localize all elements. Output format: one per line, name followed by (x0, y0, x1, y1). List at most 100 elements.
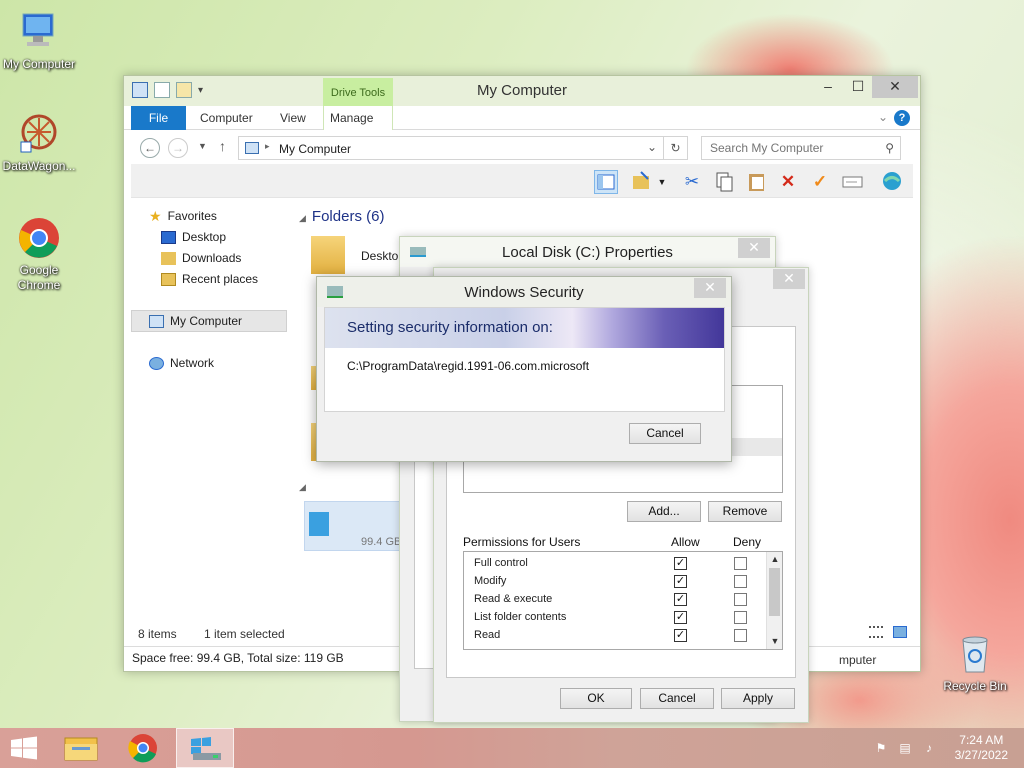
address-bar[interactable]: ▸ My Computer ⌄ (238, 136, 664, 160)
devices-group-header[interactable]: ◢ (299, 482, 306, 493)
nav-favorites[interactable]: ★ Favorites (149, 206, 217, 226)
address-row: ← → ▼ ↑ ▸ My Computer ⌄ ↻ ⚲ (124, 133, 920, 163)
network-icon[interactable]: ▤ (898, 741, 912, 755)
permission-name: Modify (474, 575, 507, 587)
start-button[interactable] (0, 728, 48, 768)
taskbar: ⚑ ▤ ♪ 7:24 AM 3/27/2022 (0, 728, 1024, 768)
cancel-button[interactable]: Cancel (629, 423, 701, 444)
up-button[interactable]: ↑ (219, 138, 226, 154)
drive-free-space: 99.4 GB (361, 536, 402, 548)
permission-name: Full control (474, 557, 528, 569)
deny-checkbox[interactable] (734, 593, 747, 606)
desktop-icon (161, 230, 176, 244)
desktop-icon-recycle-bin[interactable]: Recycle Bin (936, 632, 1014, 694)
large-icons-view-icon[interactable] (893, 626, 907, 638)
back-button[interactable]: ← (140, 138, 160, 158)
nav-label: Favorites (167, 209, 217, 223)
taskbar-drive-properties[interactable] (176, 728, 234, 768)
computer-icon (149, 314, 164, 328)
checkmark-icon[interactable]: ✓ (808, 170, 832, 194)
scroll-thumb[interactable] (769, 568, 780, 616)
security-body: Setting security information on: C:\Prog… (324, 307, 725, 412)
nav-desktop[interactable]: Desktop (161, 227, 226, 247)
globe-icon[interactable] (880, 170, 904, 194)
chevron-down-icon[interactable]: ▼ (655, 170, 669, 194)
close-button[interactable]: ✕ (872, 76, 918, 98)
forward-button[interactable]: → (168, 138, 188, 158)
copy-icon[interactable] (712, 170, 736, 194)
security-titlebar[interactable]: Windows Security ✕ (317, 277, 731, 307)
allow-checkbox[interactable]: ✓ (674, 557, 687, 570)
security-title: Windows Security (464, 284, 584, 301)
add-button[interactable]: Add... (627, 501, 701, 522)
folder-options-icon[interactable] (630, 170, 654, 194)
windows-security-dialog: Windows Security ✕ Setting security info… (316, 276, 732, 462)
selection-count: 1 item selected (204, 627, 285, 641)
recent-locations-icon[interactable]: ▼ (198, 141, 207, 151)
permissions-scrollbar[interactable]: ▲ ▼ (766, 552, 782, 649)
deny-checkbox[interactable] (734, 629, 747, 642)
space-info: Space free: 99.4 GB, Total size: 119 GB (132, 651, 344, 665)
nav-my-computer[interactable]: My Computer (149, 311, 242, 331)
search-input[interactable] (702, 137, 872, 159)
nav-recent-places[interactable]: Recent places (161, 269, 258, 289)
help-icon[interactable]: ? (894, 110, 910, 126)
system-clock[interactable]: 7:24 AM 3/27/2022 (955, 733, 1008, 763)
star-icon: ★ (149, 208, 162, 224)
tab-view[interactable]: View (280, 106, 306, 130)
address-dropdown-icon[interactable]: ⌄ (647, 140, 657, 154)
scroll-up-icon[interactable]: ▲ (767, 554, 783, 564)
delete-icon[interactable]: ✕ (776, 170, 800, 194)
search-icon: ⚲ (885, 141, 894, 155)
apply-button[interactable]: Apply (721, 688, 795, 709)
remove-button[interactable]: Remove (708, 501, 782, 522)
deny-checkbox[interactable] (734, 611, 747, 624)
nav-downloads[interactable]: Downloads (161, 248, 241, 268)
explorer-titlebar[interactable]: ▾ Drive Tools My Computer – ☐ ✕ (124, 76, 920, 106)
action-center-flag-icon[interactable]: ⚑ (874, 741, 888, 755)
rename-icon[interactable] (840, 170, 864, 194)
deny-checkbox[interactable] (734, 557, 747, 570)
details-view-icon[interactable] (869, 626, 883, 638)
properties-titlebar[interactable]: Local Disk (C:) Properties ✕ (400, 237, 775, 267)
cut-icon[interactable]: ✂ (680, 170, 704, 194)
tab-computer[interactable]: Computer (200, 106, 253, 130)
scroll-down-icon[interactable]: ▼ (767, 636, 783, 646)
allow-checkbox[interactable]: ✓ (674, 611, 687, 624)
nav-network[interactable]: Network (149, 353, 214, 373)
paste-icon[interactable] (744, 170, 768, 194)
folder-desktop[interactable]: Desktop (311, 236, 405, 278)
volume-muted-icon[interactable]: ♪ (922, 741, 936, 755)
taskbar-file-explorer[interactable] (52, 728, 110, 768)
search-box[interactable]: ⚲ (701, 136, 901, 160)
preview-pane-icon[interactable] (594, 170, 618, 194)
items-count: 8 items (138, 627, 177, 641)
minimize-button[interactable]: – (814, 76, 842, 98)
desktop-icon-datawagon[interactable]: DataWagon... (0, 112, 78, 174)
allow-checkbox[interactable]: ✓ (674, 593, 687, 606)
folder-icon (311, 236, 345, 274)
desktop-icon-my-computer[interactable]: My Computer (0, 10, 78, 72)
nav-label: Network (170, 356, 215, 370)
breadcrumb: My Computer (279, 142, 352, 156)
expand-ribbon-icon[interactable]: ⌄ (878, 110, 888, 124)
deny-checkbox[interactable] (734, 575, 747, 588)
tab-file[interactable]: File (131, 106, 186, 130)
tab-manage[interactable]: Manage (323, 106, 393, 130)
refresh-button[interactable]: ↻ (664, 136, 688, 160)
close-button[interactable]: ✕ (738, 238, 770, 258)
drive-c-tile[interactable]: 99.4 GB (304, 501, 404, 551)
permission-row: Full control ✓ (474, 554, 764, 572)
allow-checkbox[interactable]: ✓ (674, 575, 687, 588)
folders-group-header[interactable]: ◢ Folders (6) (299, 208, 384, 225)
allow-checkbox[interactable]: ✓ (674, 629, 687, 642)
taskbar-chrome[interactable] (114, 728, 172, 768)
close-button[interactable]: ✕ (773, 269, 805, 289)
close-button[interactable]: ✕ (694, 278, 726, 298)
desktop-icon-label: Google Chrome (17, 263, 61, 292)
downloads-icon (161, 251, 176, 265)
ok-button[interactable]: OK (560, 688, 632, 709)
cancel-button[interactable]: Cancel (640, 688, 714, 709)
desktop-icon-chrome[interactable]: Google Chrome (0, 216, 78, 293)
maximize-button[interactable]: ☐ (844, 76, 872, 98)
